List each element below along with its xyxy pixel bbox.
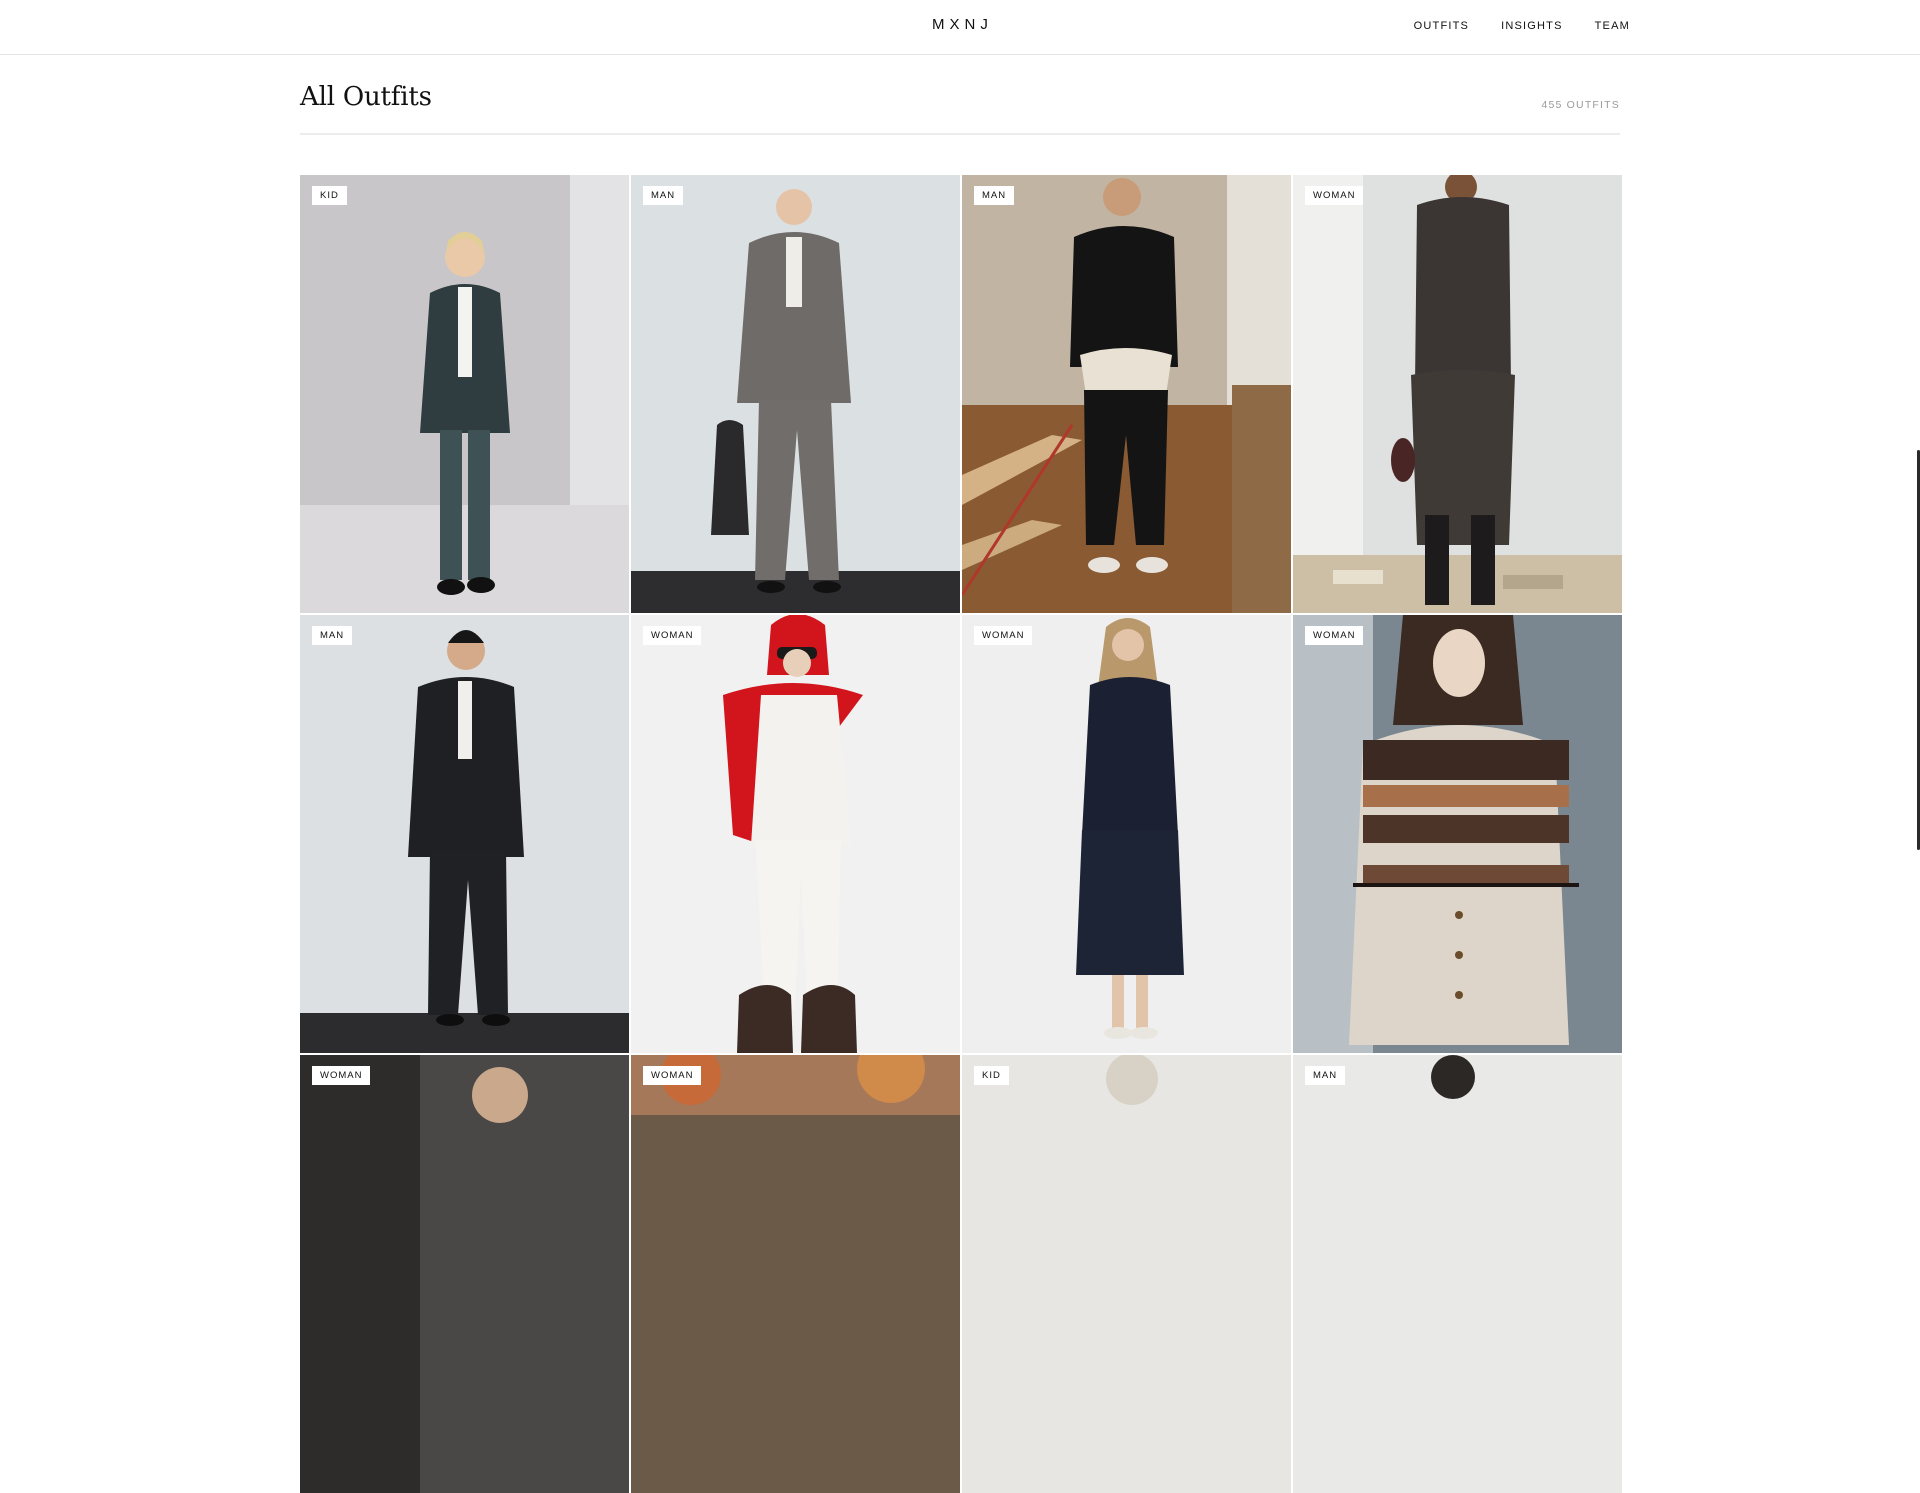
outfit-photo [631, 615, 960, 1053]
outfit-card[interactable]: WOMAN [631, 615, 960, 1053]
outfit-card[interactable]: KID [300, 175, 629, 613]
outfit-photo [300, 1055, 629, 1493]
outfit-photo [1293, 1055, 1622, 1493]
category-badge: MAN [643, 186, 684, 205]
outfit-photo [1293, 615, 1622, 1053]
category-badge: MAN [312, 626, 353, 645]
divider [300, 133, 1620, 135]
outfit-card[interactable]: MAN [962, 175, 1291, 613]
outfit-card[interactable]: WOMAN [1293, 615, 1622, 1053]
nav-insights-link[interactable]: INSIGHTS [1501, 20, 1563, 32]
category-badge: WOMAN [643, 1066, 702, 1085]
nav-outfits-link[interactable]: OUTFITS [1414, 20, 1469, 32]
outfit-card[interactable]: MAN [1293, 1055, 1622, 1493]
category-badge: WOMAN [1305, 626, 1364, 645]
category-badge: KID [312, 186, 347, 205]
outfit-count: 455 OUTFITS [1541, 99, 1620, 111]
outfit-photo [631, 175, 960, 613]
page-title: All Outfits [300, 82, 432, 112]
category-badge: WOMAN [1305, 186, 1364, 205]
outfit-photo [631, 1055, 960, 1493]
outfit-photo [962, 1055, 1291, 1493]
nav-team-link[interactable]: TEAM [1595, 20, 1630, 32]
top-navigation-bar: MXNJ OUTFITS INSIGHTS TEAM [0, 0, 1920, 55]
category-badge: MAN [1305, 1066, 1346, 1085]
outfit-card[interactable]: WOMAN [300, 1055, 629, 1493]
outfit-card[interactable]: WOMAN [962, 615, 1291, 1053]
outfit-grid: KID MAN MAN WOMAN MAN WOMAN WOMAN WOMAN … [300, 175, 1622, 1493]
outfit-photo [962, 175, 1291, 613]
outfit-photo [1293, 175, 1622, 613]
outfit-card[interactable]: KID [962, 1055, 1291, 1493]
category-badge: KID [974, 1066, 1009, 1085]
outfit-card[interactable]: WOMAN [631, 1055, 960, 1493]
category-badge: WOMAN [643, 626, 702, 645]
outfit-card[interactable]: MAN [300, 615, 629, 1053]
category-badge: MAN [974, 186, 1015, 205]
brand-logo[interactable]: MXNJ [932, 16, 993, 33]
outfit-photo [300, 615, 629, 1053]
main-nav: OUTFITS INSIGHTS TEAM [1414, 20, 1630, 32]
outfit-photo [962, 615, 1291, 1053]
category-badge: WOMAN [312, 1066, 371, 1085]
category-badge: WOMAN [974, 626, 1033, 645]
outfit-card[interactable]: WOMAN [1293, 175, 1622, 613]
outfit-card[interactable]: MAN [631, 175, 960, 613]
outfit-photo [300, 175, 629, 613]
